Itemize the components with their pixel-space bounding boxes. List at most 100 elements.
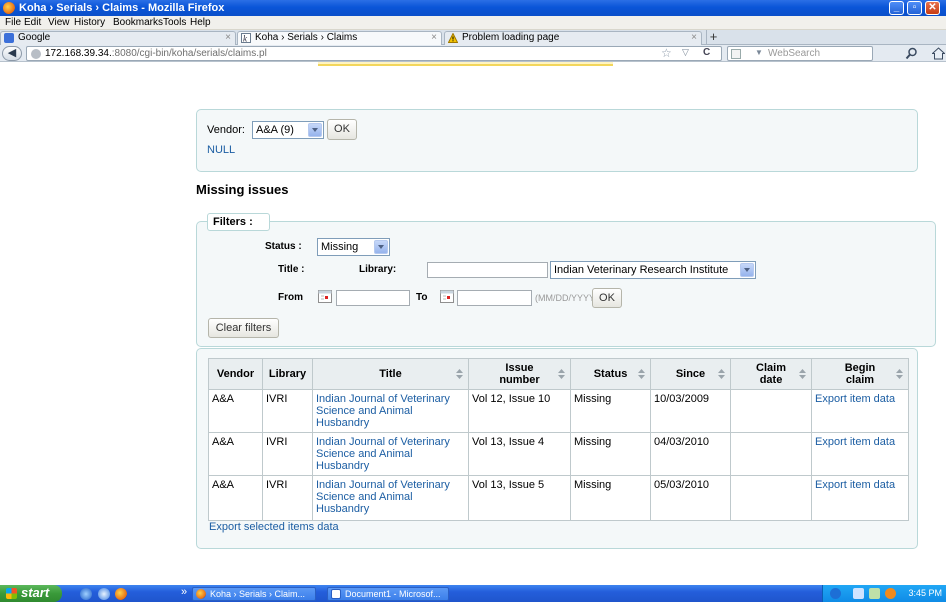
close-window-button[interactable]: ✕ [925, 1, 940, 15]
library-select[interactable]: Indian Veterinary Research Institute [550, 261, 756, 279]
tray-monitor-icon[interactable] [853, 588, 864, 599]
quicklaunch-ie-icon[interactable] [80, 588, 92, 600]
vendor-select[interactable]: A&A (9) [252, 121, 324, 139]
title-filter-input[interactable] [427, 262, 548, 278]
calendar-icon[interactable] [318, 290, 332, 303]
cell-title: Indian Journal of Veterinary Science and… [312, 389, 469, 433]
menu-tools[interactable]: Tools [163, 16, 186, 29]
taskbar-button-word[interactable]: Document1 - Microsof... [327, 587, 449, 601]
column-header-begin-claim[interactable]: Begin claim [811, 358, 909, 390]
column-header-label: Library [268, 368, 307, 380]
window-title: Koha › Serials › Claims - Mozilla Firefo… [19, 2, 225, 14]
column-header-label: Begin claim [844, 362, 876, 386]
search-engine-icon[interactable] [731, 49, 741, 59]
table-header-row: Vendor Library Title Issue number Status… [208, 358, 909, 390]
bookmark-star-icon[interactable]: ☆ [661, 46, 672, 60]
menu-history[interactable]: History [74, 16, 105, 29]
column-header-library[interactable]: Library [262, 358, 313, 390]
menu-help[interactable]: Help [190, 16, 211, 29]
to-date-input[interactable] [457, 290, 532, 306]
word-document-icon [331, 589, 341, 599]
clear-filters-button[interactable]: Clear filters [208, 318, 279, 338]
taskbar-button-label: Koha › Serials › Claim... [210, 589, 306, 599]
sort-icon[interactable] [799, 369, 806, 379]
column-header-title[interactable]: Title [312, 358, 469, 390]
search-box[interactable]: ▼ WebSearch [727, 46, 873, 61]
column-header-vendor[interactable]: Vendor [208, 358, 263, 390]
cell-issue: Vol 12, Issue 10 [468, 389, 571, 433]
column-header-label: Claim date [756, 362, 786, 386]
column-header-claim-date[interactable]: Claim date [730, 358, 812, 390]
calendar-icon[interactable] [440, 290, 454, 303]
url-path: :8080/cgi-bin/koha/serials/claims.pl [111, 48, 267, 59]
sort-icon[interactable] [896, 369, 903, 379]
status-select[interactable]: Missing [317, 238, 390, 256]
export-selected-link[interactable]: Export selected items data [209, 521, 339, 533]
title-label: Title : [278, 264, 305, 275]
tray-update-icon[interactable] [885, 588, 896, 599]
back-button[interactable]: ◀ [2, 46, 22, 61]
cell-library: IVRI [262, 475, 313, 521]
table-row: A&A IVRI Indian Journal of Veterinary Sc… [208, 475, 909, 521]
export-item-link[interactable]: Export item data [815, 436, 895, 448]
column-header-status[interactable]: Status [570, 358, 651, 390]
menu-file[interactable]: File [5, 16, 21, 29]
filters-fieldset [196, 221, 936, 347]
page-title: Missing issues [196, 182, 289, 197]
reload-icon[interactable]: C [703, 47, 710, 58]
null-link[interactable]: NULL [207, 144, 235, 156]
taskbar [0, 585, 946, 602]
quicklaunch-browser-icon[interactable] [98, 588, 110, 600]
cell-library: IVRI [262, 432, 313, 476]
firefox-icon [3, 2, 15, 14]
maximize-button[interactable]: ▫ [907, 1, 922, 15]
search-icon[interactable] [905, 47, 918, 60]
taskbar-button-firefox[interactable]: Koha › Serials › Claim... [192, 587, 316, 601]
title-link[interactable]: Indian Journal of Veterinary Science and… [316, 479, 450, 515]
quicklaunch-overflow-icon[interactable]: » [181, 585, 187, 600]
tray-network-icon[interactable] [830, 588, 841, 599]
search-placeholder: WebSearch [768, 48, 821, 59]
google-favicon [4, 33, 14, 43]
sort-icon[interactable] [638, 369, 645, 379]
column-header-since[interactable]: Since [650, 358, 731, 390]
filter-ok-button[interactable]: OK [592, 288, 622, 308]
vendor-form [196, 109, 918, 172]
cell-action: Export item data [811, 475, 909, 521]
url-text: 172.168.39.34.:8080/cgi-bin/koha/serials… [45, 47, 267, 60]
sort-icon[interactable] [456, 369, 463, 379]
export-item-link[interactable]: Export item data [815, 393, 895, 405]
column-header-label: Since [675, 368, 706, 380]
title-link[interactable]: Indian Journal of Veterinary Science and… [316, 393, 450, 429]
vendor-ok-button[interactable]: OK [327, 119, 357, 140]
close-tab-icon[interactable]: × [691, 32, 697, 44]
home-icon[interactable] [931, 47, 946, 60]
menu-edit[interactable]: Edit [24, 16, 41, 29]
menu-view[interactable]: View [48, 16, 70, 29]
close-tab-icon[interactable]: × [431, 32, 437, 44]
title-link[interactable]: Indian Journal of Veterinary Science and… [316, 436, 450, 472]
tab-google[interactable]: Google × [0, 31, 236, 45]
sort-icon[interactable] [718, 369, 725, 379]
tab-problem-loading[interactable]: Problem loading page × [444, 31, 702, 45]
window-titlebar[interactable]: Koha › Serials › Claims - Mozilla Firefo… [0, 0, 946, 16]
tray-volume-icon[interactable] [869, 588, 880, 599]
minimize-button[interactable]: _ [889, 1, 904, 15]
search-engine-dropdown-icon[interactable]: ▼ [755, 48, 763, 57]
tab-koha-claims[interactable]: k Koha › Serials › Claims × [237, 31, 442, 45]
menu-bookmarks[interactable]: Bookmarks [113, 16, 163, 29]
vendor-selected-value: A&A (9) [256, 124, 294, 136]
close-tab-icon[interactable]: × [225, 32, 231, 44]
from-date-input[interactable] [336, 290, 410, 306]
new-tab-button[interactable]: + [706, 30, 720, 44]
start-label: start [21, 585, 50, 600]
column-header-label: Status [593, 368, 628, 380]
column-header-issue-number[interactable]: Issue number [468, 358, 571, 390]
export-item-link[interactable]: Export item data [815, 479, 895, 491]
url-bar[interactable]: 172.168.39.34.:8080/cgi-bin/koha/serials… [26, 46, 722, 61]
cell-vendor: A&A [208, 432, 263, 476]
history-dropdown-icon[interactable]: ▽ [682, 47, 689, 58]
start-button[interactable]: start [0, 585, 62, 602]
quicklaunch-firefox-icon[interactable] [115, 588, 127, 600]
sort-icon[interactable] [558, 369, 565, 379]
